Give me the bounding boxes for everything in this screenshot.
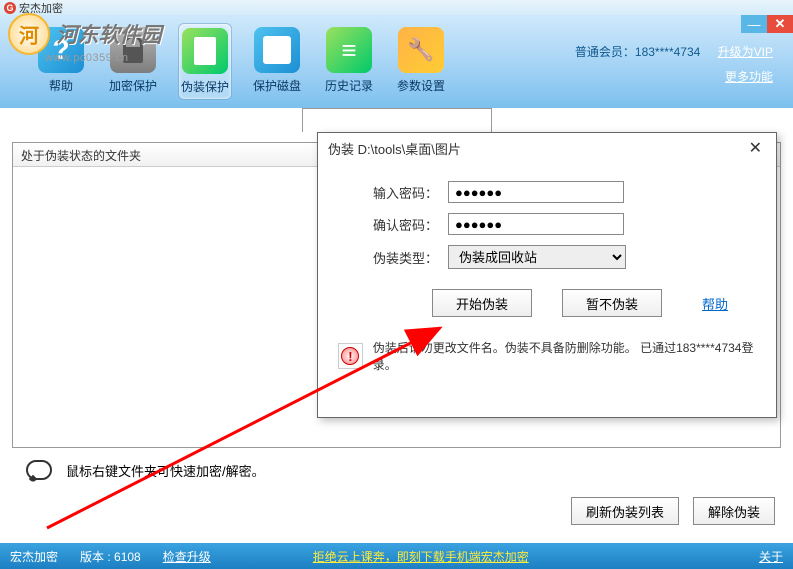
tool-settings[interactable]: 参数设置 bbox=[394, 23, 448, 100]
window-title: 宏杰加密 bbox=[19, 0, 63, 16]
window-titlebar: G 宏杰加密 bbox=[0, 0, 793, 15]
member-id: 183****4734 bbox=[635, 45, 700, 59]
tool-disk[interactable]: 保护磁盘 bbox=[250, 23, 304, 100]
start-disguise-button[interactable]: 开始伪装 bbox=[432, 289, 532, 317]
warning-icon: ! bbox=[338, 343, 363, 369]
dialog-info-row: ! 伪装后请勿更改文件名。伪装不具备防删除功能。 已通过183****4734登… bbox=[338, 339, 756, 373]
close-button[interactable]: ✕ bbox=[767, 15, 793, 33]
disguise-icon bbox=[182, 28, 228, 74]
dialog-body: 输入密码： 确认密码： 伪装类型： 伪装成回收站 开始伪装 暂不伪装 帮助 ! … bbox=[318, 163, 776, 373]
more-functions-link[interactable]: 更多功能 bbox=[725, 68, 773, 85]
password-input[interactable] bbox=[448, 181, 624, 203]
tool-help[interactable]: 帮助 bbox=[34, 23, 88, 100]
about-link[interactable]: 关于 bbox=[759, 548, 783, 565]
help-icon bbox=[38, 27, 84, 73]
dialog-title: 伪装 D:\tools\桌面\图片 bbox=[328, 139, 461, 158]
promo-link[interactable]: 拒绝云上课奔，即刻下载手机端宏杰加密 bbox=[313, 548, 529, 565]
disguise-type-select[interactable]: 伪装成回收站 bbox=[448, 245, 626, 269]
dialog-help-link[interactable]: 帮助 bbox=[702, 294, 728, 313]
main-toolbar: 帮助 加密保护 伪装保护 保护磁盘 历史记录 参数设置 bbox=[34, 23, 448, 100]
tool-label: 参数设置 bbox=[397, 77, 445, 94]
tip-row: 鼠标右键文件夹可快速加密/解密。 bbox=[12, 448, 781, 492]
refresh-list-button[interactable]: 刷新伪装列表 bbox=[571, 497, 679, 525]
tool-history[interactable]: 历史记录 bbox=[322, 23, 376, 100]
cancel-disguise-button[interactable]: 暂不伪装 bbox=[562, 289, 662, 317]
disguise-type-label: 伪装类型： bbox=[338, 248, 448, 267]
tool-label: 帮助 bbox=[49, 77, 73, 94]
tool-label: 加密保护 bbox=[109, 77, 157, 94]
app-header: — ✕ 河东软件园 www.pc0359.cn 帮助 加密保护 伪装保护 保护磁… bbox=[0, 15, 793, 108]
dialog-close-button[interactable]: ✕ bbox=[745, 138, 766, 158]
active-tab-indicator bbox=[302, 108, 492, 132]
status-app-name: 宏杰加密 bbox=[10, 548, 58, 565]
member-prefix: 普通会员： bbox=[575, 45, 635, 59]
status-bar: 宏杰加密 版本 : 6108 检查升级 拒绝云上课奔，即刻下载手机端宏杰加密 关… bbox=[0, 543, 793, 569]
member-info: 普通会员：183****4734 升级为VIP bbox=[575, 43, 773, 60]
history-icon bbox=[326, 27, 372, 73]
tool-label: 保护磁盘 bbox=[253, 77, 301, 94]
tool-label: 伪装保护 bbox=[181, 78, 229, 95]
disguise-dialog: 伪装 D:\tools\桌面\图片 ✕ 输入密码： 确认密码： 伪装类型： 伪装… bbox=[317, 132, 777, 418]
password-label: 输入密码： bbox=[338, 183, 448, 202]
confirm-password-label: 确认密码： bbox=[338, 215, 448, 234]
app-icon: G bbox=[4, 2, 16, 14]
tool-disguise[interactable]: 伪装保护 bbox=[178, 23, 232, 100]
minimize-button[interactable]: — bbox=[741, 15, 767, 33]
check-update-link[interactable]: 检查升级 bbox=[163, 548, 211, 565]
upgrade-vip-link[interactable]: 升级为VIP bbox=[718, 45, 773, 59]
confirm-password-input[interactable] bbox=[448, 213, 624, 235]
tool-label: 历史记录 bbox=[325, 77, 373, 94]
window-controls: — ✕ bbox=[741, 15, 793, 33]
tip-text: 鼠标右键文件夹可快速加密/解密。 bbox=[66, 461, 265, 480]
status-version: 版本 : 6108 bbox=[80, 548, 141, 565]
remove-disguise-button[interactable]: 解除伪装 bbox=[693, 497, 775, 525]
bottom-buttons: 刷新伪装列表 解除伪装 bbox=[571, 497, 775, 525]
disk-icon bbox=[254, 27, 300, 73]
tool-encrypt[interactable]: 加密保护 bbox=[106, 23, 160, 100]
dialog-titlebar: 伪装 D:\tools\桌面\图片 ✕ bbox=[318, 133, 776, 163]
lock-icon bbox=[110, 27, 156, 73]
settings-icon bbox=[398, 27, 444, 73]
tab-strip bbox=[0, 108, 793, 132]
speech-bubble-icon bbox=[26, 458, 54, 482]
dialog-info-text: 伪装后请勿更改文件名。伪装不具备防删除功能。 已通过183****4734登录。 bbox=[373, 339, 756, 373]
